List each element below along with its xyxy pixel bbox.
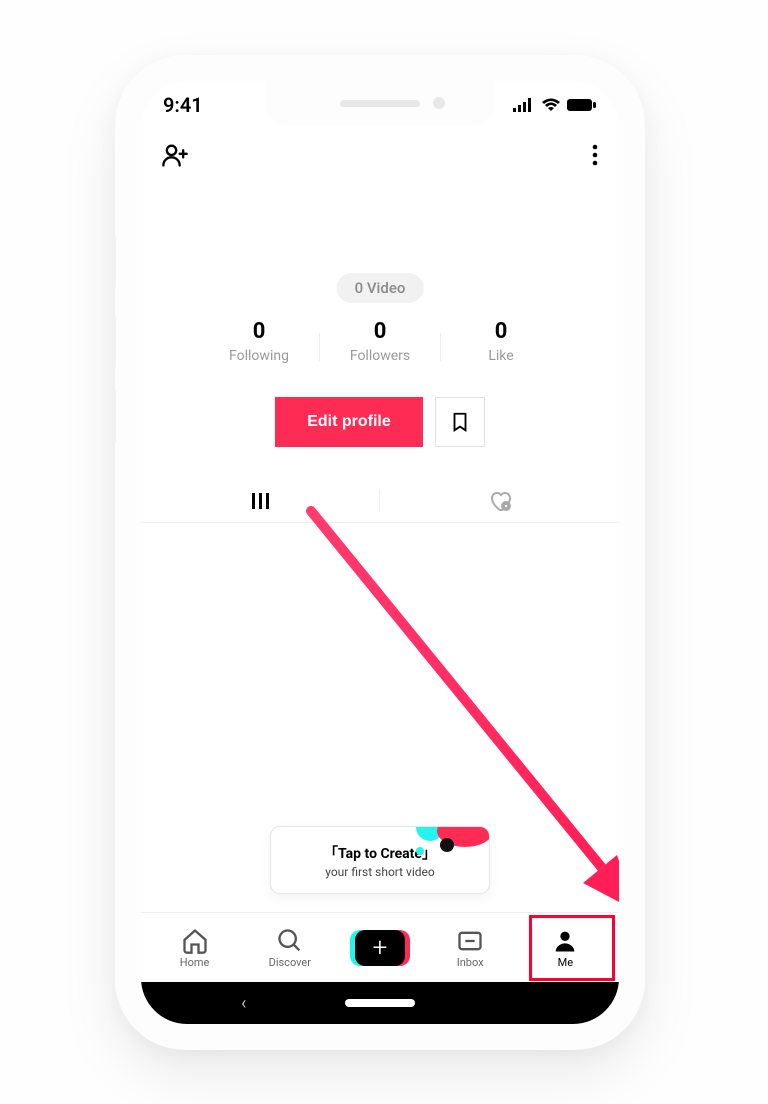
home-icon xyxy=(181,927,209,955)
nav-label: Discover xyxy=(269,956,311,969)
stat-value: 0 xyxy=(199,319,319,344)
profile-stats: 0 Following 0 Followers 0 Like xyxy=(141,319,619,364)
stat-value: 0 xyxy=(320,319,440,344)
back-icon[interactable]: ‹ xyxy=(241,993,246,1014)
plus-icon: + xyxy=(355,930,405,966)
home-pill[interactable] xyxy=(345,999,415,1007)
bookmark-button[interactable] xyxy=(435,397,485,447)
inbox-icon xyxy=(456,927,484,955)
stat-following[interactable]: 0 Following xyxy=(199,319,319,364)
more-icon[interactable] xyxy=(591,143,599,171)
stat-followers[interactable]: 0 Followers xyxy=(320,319,440,364)
search-icon xyxy=(276,927,304,955)
person-icon xyxy=(551,927,579,955)
video-count-pill: 0 Video xyxy=(337,273,424,303)
tab-liked[interactable] xyxy=(380,479,619,522)
screen: 9:41 xyxy=(141,81,619,1024)
nav-label: Home xyxy=(180,956,210,969)
heart-lock-icon xyxy=(488,490,512,512)
stat-label: Like xyxy=(441,348,561,364)
clock: 9:41 xyxy=(163,93,203,117)
phone-frame: 9:41 xyxy=(115,55,645,1050)
profile-tabs xyxy=(141,479,619,523)
nav-inbox[interactable]: Inbox xyxy=(435,927,505,969)
tooltip-subtitle: your first short video xyxy=(281,865,479,879)
nav-label: Me xyxy=(558,956,573,969)
nav-label: Inbox xyxy=(457,956,484,969)
stat-label: Followers xyxy=(320,348,440,364)
profile-top-bar xyxy=(141,135,619,179)
side-button xyxy=(112,235,116,287)
bottom-nav: Home Discover + Inbox Me xyxy=(141,912,619,982)
nav-discover[interactable]: Discover xyxy=(255,927,325,969)
battery-icon xyxy=(567,98,597,112)
nav-home[interactable]: Home xyxy=(160,927,230,969)
create-tooltip: 「Tap to Create」 your first short video xyxy=(270,826,490,894)
nav-me[interactable]: Me xyxy=(530,927,600,969)
android-nav-bar: ‹ xyxy=(141,982,619,1024)
signal-icon xyxy=(513,98,535,112)
tab-grid[interactable] xyxy=(141,479,380,522)
create-button[interactable]: + xyxy=(350,930,410,966)
stat-value: 0 xyxy=(441,319,561,344)
side-button xyxy=(112,315,116,367)
stat-label: Following xyxy=(199,348,319,364)
stat-likes[interactable]: 0 Like xyxy=(441,319,561,364)
add-friend-icon[interactable] xyxy=(161,141,189,173)
side-button xyxy=(112,390,116,442)
wifi-icon xyxy=(541,98,561,112)
status-bar: 9:41 xyxy=(141,81,619,129)
grid-icon xyxy=(251,491,271,511)
profile-actions: Edit profile xyxy=(141,397,619,447)
edit-profile-button[interactable]: Edit profile xyxy=(275,397,423,447)
